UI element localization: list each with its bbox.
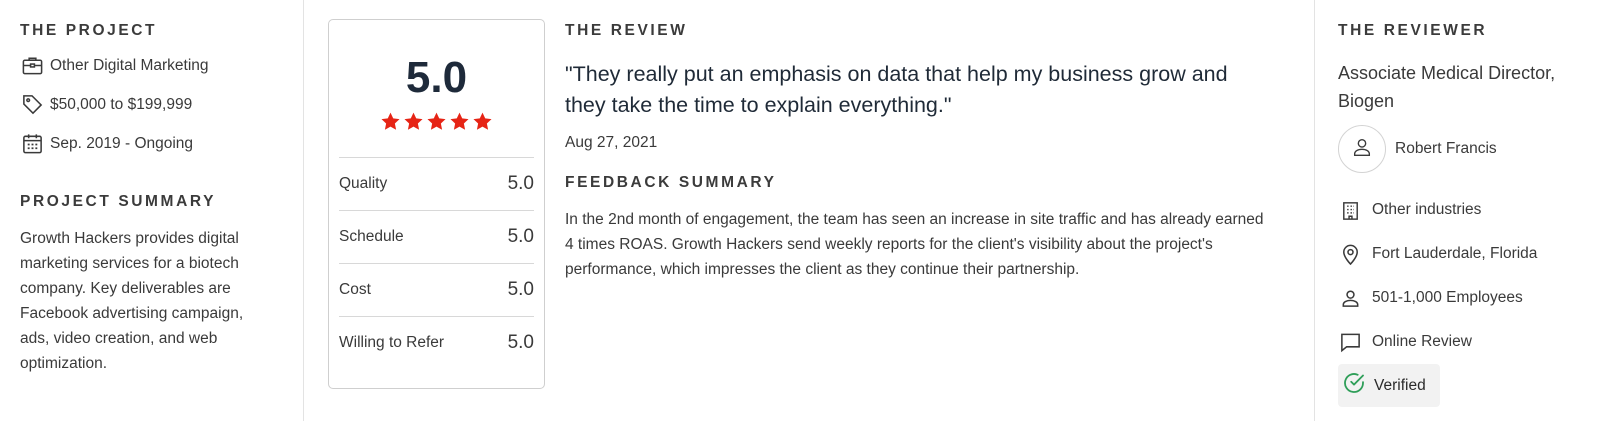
star-icon [450,112,469,130]
reviewer-meta-list: Other industries Fort Lauderdale, Florid… [1338,188,1580,407]
avatar [1338,125,1386,173]
project-service-label: Other Digital Marketing [50,56,209,74]
reviewer-job-title: Associate Medical Director, Biogen [1338,63,1556,111]
feedback-summary-text: In the 2nd month of engagement, the team… [565,211,1264,278]
project-summary-title: PROJECT SUMMARY [20,193,217,210]
overall-score: 5.0 [405,53,468,102]
reviewer-location: Fort Lauderdale, Florida [1338,232,1580,276]
star-icon [427,112,446,130]
score-row: Quality 5.0 [339,157,534,210]
score-row-label: Quality [339,175,388,192]
reviewer-column: THE REVIEWER Associate Medical Director,… [1315,0,1600,421]
score-row-value: 5.0 [507,173,534,194]
project-meta-list: Other Digital Marketing $50,000 to $199,… [20,46,283,163]
score-row-label: Schedule [339,228,404,245]
reviewer-review-type: Online Review [1338,320,1580,364]
calendar-icon [20,132,44,156]
project-budget-label: $50,000 to $199,999 [50,95,193,113]
score-row-value: 5.0 [507,279,534,300]
reviewer-industry-label: Other industries [1372,201,1482,218]
score-card: 5.0 Quality 5.0 Schedule 5.0 Cost 5.0 Willing … [328,19,545,389]
price-tag-icon [20,93,44,117]
score-row: Willing to Refer 5.0 [339,316,534,369]
briefcase-icon [20,54,44,78]
location-pin-icon [1338,242,1362,266]
building-icon [1338,198,1362,222]
reviewer-company-size-label: 501-1,000 Employees [1372,289,1523,306]
review-quote: "They really put an emphasis on data tha… [565,62,1228,117]
review-body: THE REVIEW "They really put an emphasis … [565,20,1265,282]
reviewer-review-type-label: Online Review [1372,333,1472,350]
star-icon [381,112,400,130]
reviewer-person: Robert Francis [1338,125,1580,173]
reviewer-company-size: 501-1,000 Employees [1338,276,1580,320]
project-duration: Sep. 2019 - Ongoing [20,124,283,163]
star-rating [339,111,534,132]
feedback-summary-title: FEEDBACK SUMMARY [565,174,777,191]
score-breakdown: Quality 5.0 Schedule 5.0 Cost 5.0 Willing to R… [339,157,534,369]
project-duration-label: Sep. 2019 - Ongoing [50,134,194,152]
score-row: Cost 5.0 [339,263,534,316]
person-icon [1338,286,1362,310]
score-row-label: Cost [339,281,371,298]
reviewer-location-label: Fort Lauderdale, Florida [1372,245,1538,262]
project-budget: $50,000 to $199,999 [20,85,283,124]
reviewer-section-title: THE REVIEWER [1338,22,1488,39]
review-section-title: THE REVIEW [565,22,688,39]
reviewer-name: Robert Francis [1395,140,1497,157]
verified-badge: Verified [1338,364,1440,407]
score-row: Schedule 5.0 [339,210,534,263]
project-summary-text: Growth Hackers provides digital marketin… [20,230,244,372]
score-row-value: 5.0 [507,332,534,353]
review-column: 5.0 Quality 5.0 Schedule 5.0 Cost 5.0 Willing … [304,0,1315,421]
reviewer-industry: Other industries [1338,188,1580,232]
chat-bubble-icon [1338,330,1362,354]
star-icon [473,112,492,130]
verified-label: Verified [1374,376,1426,394]
review-date: Aug 27, 2021 [565,134,658,151]
project-column: THE PROJECT Other Digital Marketing $50,… [0,0,304,421]
user-icon [1351,136,1373,163]
project-service: Other Digital Marketing [20,46,283,85]
star-icon [404,112,423,130]
check-circle-icon [1342,371,1374,400]
score-row-value: 5.0 [507,226,534,247]
project-section-title: THE PROJECT [20,22,158,39]
score-row-label: Willing to Refer [339,334,445,351]
